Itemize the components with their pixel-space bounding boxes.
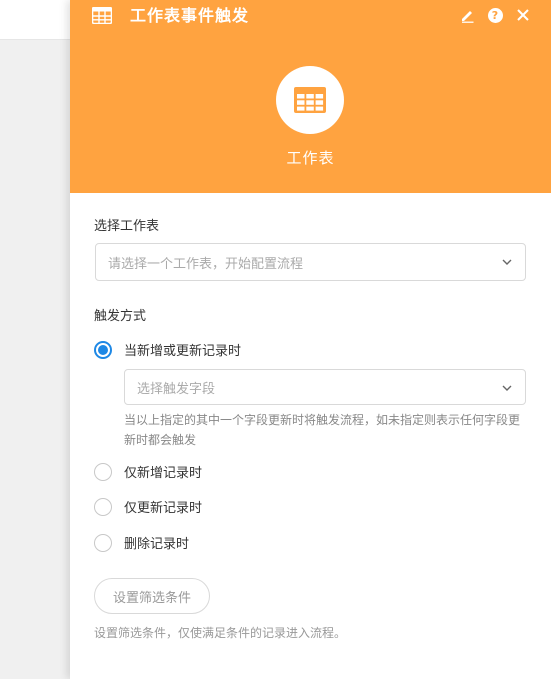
chevron-down-icon: [502, 259, 512, 265]
edit-icon[interactable]: [459, 7, 475, 23]
node-icon-circle: [276, 66, 344, 134]
workflow-node-drawer: 工作表事件触发 ? 工作表 选择工作表 请选择一个工作表，开始配置流程 触发方式…: [70, 0, 551, 679]
radio-unchecked-icon[interactable]: [94, 497, 112, 516]
drawer-topbar: 工作表事件触发 ?: [70, 0, 551, 32]
radio-option-delete[interactable]: 删除记录时: [94, 533, 189, 552]
close-icon[interactable]: [515, 7, 531, 23]
drawer-title: 工作表事件触发: [130, 6, 250, 25]
radio-label: 删除记录时: [124, 537, 190, 552]
radio-label: 仅新增记录时: [124, 466, 203, 481]
window-edge: [551, 0, 559, 679]
radio-unchecked-icon[interactable]: [94, 462, 112, 481]
background-panel: [0, 0, 70, 40]
radio-option-update-only[interactable]: 仅更新记录时: [94, 497, 202, 516]
worksheet-icon: [294, 87, 326, 113]
radio-label: 当新增或更新记录时: [124, 344, 242, 359]
radio-option-create-or-update[interactable]: 当新增或更新记录时: [94, 340, 241, 359]
trigger-label: 触发方式: [94, 309, 147, 324]
table-icon: [92, 7, 112, 24]
radio-checked-icon[interactable]: [94, 340, 112, 359]
set-filter-button[interactable]: 设置筛选条件: [94, 578, 210, 614]
sheet-select[interactable]: 请选择一个工作表，开始配置流程: [95, 243, 526, 281]
radio-unchecked-icon[interactable]: [94, 533, 112, 552]
sheet-select-placeholder: 请选择一个工作表，开始配置流程: [108, 256, 304, 272]
trigger-field-hint: 当以上指定的其中一个字段更新时将触发流程，如未指定则表示任何字段更新时都会触发: [124, 413, 521, 447]
trigger-field-select[interactable]: 选择触发字段: [124, 369, 526, 405]
node-type-title: 工作表: [286, 149, 335, 167]
radio-option-create-only[interactable]: 仅新增记录时: [94, 462, 202, 481]
header-actions: ?: [459, 7, 531, 23]
drawer-header: 工作表事件触发 ? 工作表: [70, 0, 551, 193]
help-icon[interactable]: ?: [487, 7, 503, 23]
filter-hint: 设置筛选条件，仅使满足条件的记录进入流程。: [94, 626, 347, 640]
trigger-field-placeholder: 选择触发字段: [137, 381, 216, 397]
chevron-down-icon: [502, 385, 512, 391]
sheet-label: 选择工作表: [94, 219, 160, 234]
radio-label: 仅更新记录时: [124, 501, 203, 516]
